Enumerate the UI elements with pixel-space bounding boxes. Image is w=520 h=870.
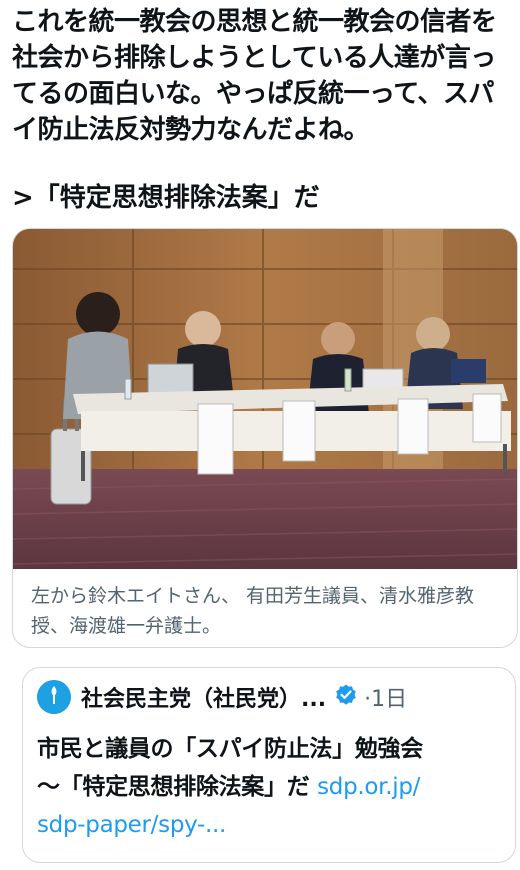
quoted-body-line-2: 〜「特定思想排除法案」だ sdp.or.jp/ <box>37 768 507 806</box>
avatar[interactable] <box>37 680 71 714</box>
verified-badge-icon <box>334 683 358 711</box>
media-card[interactable]: 左から鈴木エイトさん、 有田芳生議員、清水雅彦教 授、海渡雄一弁護士。 <box>12 228 518 648</box>
quoted-link-continued[interactable]: sdp-paper/spy-... <box>37 812 226 838</box>
caption-line: 左から鈴木エイトさん、 有田芳生議員、清水雅彦教 <box>31 585 475 607</box>
post-text-line: イ防止法反対勢力なんだよね。 <box>12 115 370 145</box>
quoted-body-line: 市民と議員の「スパイ防止法」勉強会 <box>37 736 423 762</box>
caption-line: 授、海渡雄一弁護士。 <box>31 615 222 637</box>
quoted-post-header: 社会民主党（社民党）... ·1日 <box>37 680 507 714</box>
quoted-link-line[interactable]: sdp-paper/spy-... <box>37 806 507 844</box>
post-text-line: 社会から排除しようとしている人達が言っ <box>12 43 496 73</box>
sdp-logo-icon <box>37 680 71 714</box>
post-quote-line: >「特定思想排除法案」だ <box>12 183 320 213</box>
quoted-post-card[interactable]: 社会民主党（社民党）... ·1日 市民と議員の「スパイ防止法」勉強会 〜「特定… <box>22 667 516 863</box>
post-text-line: てるの面白いな。やっぱ反統一って、スパ <box>12 79 494 109</box>
post-text: これを統一教会の思想と統一教会の信者を 社会から排除しようとしている人達が言っ … <box>12 4 512 148</box>
quoted-post-body: 市民と議員の「スパイ防止法」勉強会 〜「特定思想排除法案」だ sdp.or.jp… <box>37 730 507 844</box>
quoted-link[interactable]: sdp.or.jp/ <box>317 774 420 800</box>
event-photo-illustration <box>13 229 517 569</box>
post-text-line: これを統一教会の思想と統一教会の信者を <box>12 7 497 37</box>
photo-caption: 左から鈴木エイトさん、 有田芳生議員、清水雅彦教 授、海渡雄一弁護士。 <box>31 581 501 641</box>
event-photo[interactable] <box>13 229 517 569</box>
quoted-body-text: 〜「特定思想排除法案」だ <box>37 774 318 800</box>
quoted-author-name[interactable]: 社会民主党（社民党）... <box>81 681 326 713</box>
quoted-timestamp[interactable]: ·1日 <box>364 681 407 713</box>
